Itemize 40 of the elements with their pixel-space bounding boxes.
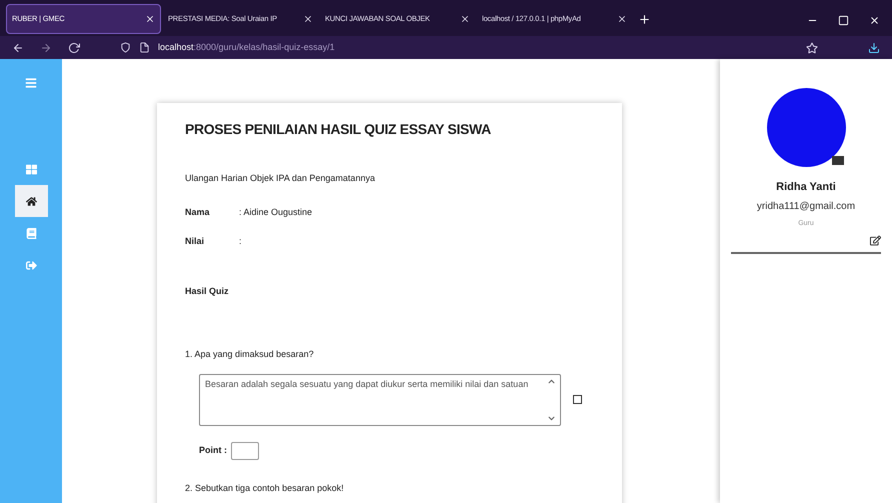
close-icon[interactable] xyxy=(303,14,313,24)
scroll-down-icon[interactable] xyxy=(548,414,555,422)
field-label: Nama xyxy=(185,206,211,218)
reload-icon[interactable] xyxy=(68,42,80,54)
url-field[interactable]: localhost:8000/guru/kelas/hasil-quiz-essay/1 xyxy=(120,38,640,58)
home-icon xyxy=(26,196,36,206)
close-icon[interactable] xyxy=(617,14,627,24)
new-tab-icon[interactable] xyxy=(638,13,651,26)
book-icon xyxy=(26,228,36,238)
quiz-subtitle: Ulangan Harian Objek IPA dan Pengamatannya xyxy=(185,172,376,185)
answer-box[interactable]: Besaran adalah segala sesuatu yang dapat diukur serta memiliki nilai dan satuan xyxy=(199,374,561,426)
grid-icon xyxy=(26,164,36,174)
field-value: : Aidine Ougustine xyxy=(239,206,312,219)
section-heading: Hasil Quiz xyxy=(185,284,230,298)
profile-email: yridha111@gmail.com xyxy=(756,200,856,214)
point-label: Point : xyxy=(199,444,227,457)
checkbox[interactable] xyxy=(573,395,582,404)
camera-badge[interactable] xyxy=(832,156,844,165)
field-label: Nilai xyxy=(185,235,206,248)
shield-icon xyxy=(120,42,131,53)
point-input[interactable] xyxy=(231,442,259,460)
back-icon[interactable] xyxy=(12,42,24,54)
download-icon[interactable] xyxy=(868,42,880,54)
field-value: : xyxy=(239,235,242,248)
answer-text: Besaran adalah segala sesuatu yang dapat diukur serta memiliki nilai dan satuan xyxy=(205,378,530,391)
close-icon[interactable] xyxy=(145,14,155,24)
edit-icon[interactable] xyxy=(870,235,881,246)
question-text: 2. Sebutkan tiga contoh besaran pokok! xyxy=(185,482,345,495)
logout-icon xyxy=(26,260,36,270)
card-title: PROSES PENILAIAN HASIL QUIZ ESSAY SISWA xyxy=(185,120,492,139)
close-icon[interactable] xyxy=(869,15,880,26)
scroll-up-icon[interactable] xyxy=(548,378,555,384)
star-icon[interactable] xyxy=(806,42,818,54)
url-text: localhost:8000/guru/kelas/hasil-quiz-essay/1 xyxy=(158,40,335,54)
question-text: 1. Apa yang dimaksud besaran? xyxy=(185,348,315,361)
sidebar-item[interactable] xyxy=(14,185,48,217)
close-icon[interactable] xyxy=(460,14,470,24)
page-icon xyxy=(139,42,150,53)
maximize-icon[interactable] xyxy=(838,15,849,26)
profile-name: Ridha Yanti xyxy=(776,180,836,195)
